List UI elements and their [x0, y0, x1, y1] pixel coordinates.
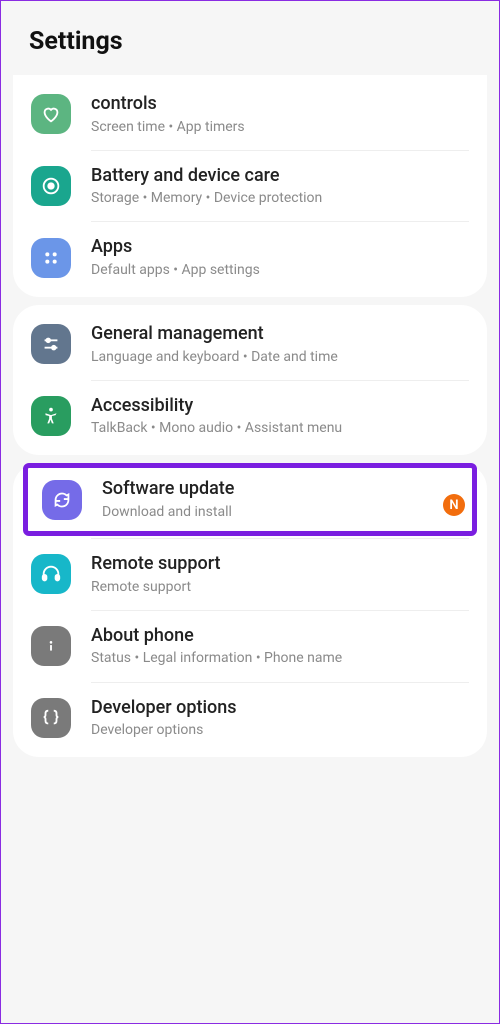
item-title: General management: [91, 323, 469, 346]
item-subtitle: Status • Legal information • Phone name: [91, 649, 469, 667]
settings-item-controls[interactable]: controls Screen time • App timers: [13, 79, 487, 150]
settings-group-2: General management Language and keyboard…: [13, 305, 487, 455]
item-title: Battery and device care: [91, 165, 469, 188]
header: Settings: [1, 1, 499, 71]
item-title: Apps: [91, 236, 469, 259]
apps-icon: [31, 238, 71, 278]
item-text: controls Screen time • App timers: [91, 93, 469, 136]
settings-item-software-update[interactable]: Software update Download and install: [28, 468, 472, 531]
settings-item-accessibility[interactable]: Accessibility TalkBack • Mono audio • As…: [13, 381, 487, 452]
item-title: Software update: [102, 478, 458, 501]
item-text: Accessibility TalkBack • Mono audio • As…: [91, 395, 469, 438]
page-title: Settings: [29, 27, 123, 56]
item-text: Software update Download and install: [102, 478, 458, 521]
highlight-box: Software update Download and install: [23, 463, 477, 536]
item-title: Remote support: [91, 553, 469, 576]
accessibility-icon: [31, 396, 71, 436]
item-subtitle: Developer options: [91, 721, 469, 739]
item-text: About phone Status • Legal information •…: [91, 625, 469, 668]
item-text: Apps Default apps • App settings: [91, 236, 469, 279]
item-subtitle: Remote support: [91, 578, 469, 596]
settings-item-apps[interactable]: Apps Default apps • App settings: [13, 222, 487, 293]
heart-icon: [31, 94, 71, 134]
item-subtitle: Storage • Memory • Device protection: [91, 189, 469, 207]
headset-icon: [31, 554, 71, 594]
search-button[interactable]: [435, 23, 471, 59]
settings-group-3: Software update Download and install N R…: [13, 463, 487, 757]
braces-icon: [31, 698, 71, 738]
settings-item-developer-options[interactable]: Developer options Developer options: [13, 683, 487, 754]
sliders-icon: [31, 324, 71, 364]
item-text: Developer options Developer options: [91, 697, 469, 740]
settings-item-general[interactable]: General management Language and keyboard…: [13, 309, 487, 380]
item-text: Battery and device care Storage • Memory…: [91, 165, 469, 208]
item-title: Accessibility: [91, 395, 469, 418]
item-text: General management Language and keyboard…: [91, 323, 469, 366]
info-icon: [31, 626, 71, 666]
new-badge: N: [443, 494, 465, 516]
item-subtitle: TalkBack • Mono audio • Assistant menu: [91, 419, 469, 437]
item-subtitle: Default apps • App settings: [91, 261, 469, 279]
item-subtitle: Download and install: [102, 503, 458, 521]
settings-item-battery[interactable]: Battery and device care Storage • Memory…: [13, 151, 487, 222]
settings-group-1: controls Screen time • App timers Batter…: [13, 75, 487, 297]
settings-item-about-phone[interactable]: About phone Status • Legal information •…: [13, 611, 487, 682]
item-title: About phone: [91, 625, 469, 648]
item-subtitle: Language and keyboard • Date and time: [91, 348, 469, 366]
battery-care-icon: [31, 166, 71, 206]
item-subtitle: Screen time • App timers: [91, 118, 469, 136]
settings-item-remote-support[interactable]: Remote support Remote support: [13, 539, 487, 610]
refresh-icon: [42, 480, 82, 520]
item-title: Developer options: [91, 697, 469, 720]
item-text: Remote support Remote support: [91, 553, 469, 596]
item-title: controls: [91, 93, 469, 116]
